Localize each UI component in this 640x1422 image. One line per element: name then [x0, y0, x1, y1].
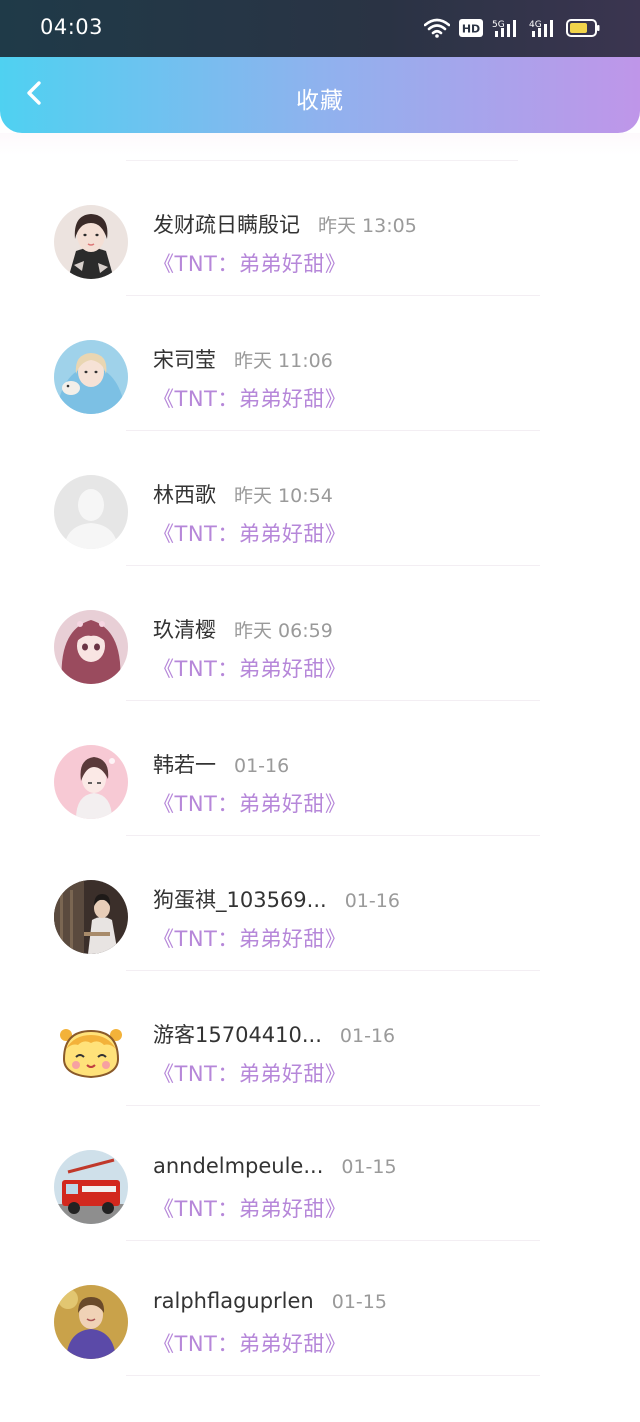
list-item[interactable]: 韩若一 01-16 《TNT：弟弟好甜》	[0, 673, 640, 836]
item-header: ralphflaguprlen 01-15	[153, 1289, 573, 1319]
hd-icon: HD	[459, 19, 483, 37]
divider	[126, 1375, 540, 1376]
list-item[interactable]: 发财疏日瞒殷记 昨天 13:05 《TNT：弟弟好甜》	[0, 133, 640, 296]
item-header: 韩若一 01-16	[153, 749, 573, 779]
item-header: 狗蛋祺_103569... 01-16	[153, 884, 573, 914]
svg-text:HD: HD	[462, 23, 480, 36]
battery-icon	[566, 19, 600, 37]
user-name: anndelmpeule...	[153, 1154, 324, 1178]
item-header: 发财疏日瞒殷记 昨天 13:05	[153, 209, 573, 239]
list-item[interactable]: 玖清樱 昨天 06:59 《TNT：弟弟好甜》	[0, 538, 640, 701]
list-item[interactable]: anndelmpeule... 01-15 《TNT：弟弟好甜》	[0, 1078, 640, 1241]
user-name: 游客15704410...	[153, 1023, 322, 1047]
timestamp: 01-16	[234, 755, 290, 777]
user-name: 韩若一	[153, 753, 216, 777]
timestamp: 01-16	[344, 890, 400, 912]
list-item[interactable]: ralphflaguprlen 01-15 《TNT：弟弟好甜》	[0, 1213, 640, 1376]
timestamp: 01-15	[331, 1291, 387, 1313]
wifi-icon	[424, 18, 450, 38]
timestamp: 昨天 11:06	[234, 350, 333, 372]
status-icons: HD 5G 4G	[424, 17, 600, 39]
signal-5g-icon: 5G	[492, 18, 520, 38]
item-header: 游客15704410... 01-16	[153, 1019, 573, 1049]
favorites-list: 发财疏日瞒殷记 昨天 13:05 《TNT：弟弟好甜》 宋司莹 昨天 11:06…	[0, 133, 640, 1422]
user-name: 林西歌	[153, 483, 216, 507]
avatar[interactable]	[54, 1285, 128, 1359]
user-name: 发财疏日瞒殷记	[153, 213, 300, 237]
item-header: 林西歌 昨天 10:54	[153, 479, 573, 509]
book-title[interactable]: 《TNT：弟弟好甜》	[153, 1328, 346, 1358]
signal-4g-icon: 4G	[529, 18, 557, 38]
timestamp: 01-15	[341, 1156, 397, 1178]
list-item[interactable]: 游客15704410... 01-16 《TNT：弟弟好甜》	[0, 943, 640, 1106]
user-name: 玖清樱	[153, 618, 216, 642]
status-bar: 04:03 HD 5G 4G	[0, 0, 640, 57]
timestamp: 昨天 10:54	[234, 485, 333, 507]
timestamp: 01-16	[339, 1025, 396, 1047]
status-time: 04:03	[40, 15, 104, 39]
user-name: 宋司莹	[153, 348, 216, 372]
item-header: 玖清樱 昨天 06:59	[153, 614, 573, 644]
list-item[interactable]: 狗蛋祺_103569... 01-16 《TNT：弟弟好甜》	[0, 808, 640, 971]
item-header: anndelmpeule... 01-15	[153, 1154, 573, 1184]
nav-bar: 收藏	[0, 57, 640, 133]
timestamp: 昨天 13:05	[318, 215, 417, 237]
user-name: ralphflaguprlen	[153, 1289, 314, 1313]
list-item[interactable]: 林西歌 昨天 10:54 《TNT：弟弟好甜》	[0, 403, 640, 566]
item-header: 宋司莹 昨天 11:06	[153, 344, 573, 374]
page-title: 收藏	[296, 88, 344, 114]
timestamp: 昨天 06:59	[234, 620, 333, 642]
user-name: 狗蛋祺_103569...	[153, 888, 327, 912]
list-item[interactable]: 宋司莹 昨天 11:06 《TNT：弟弟好甜》	[0, 268, 640, 431]
